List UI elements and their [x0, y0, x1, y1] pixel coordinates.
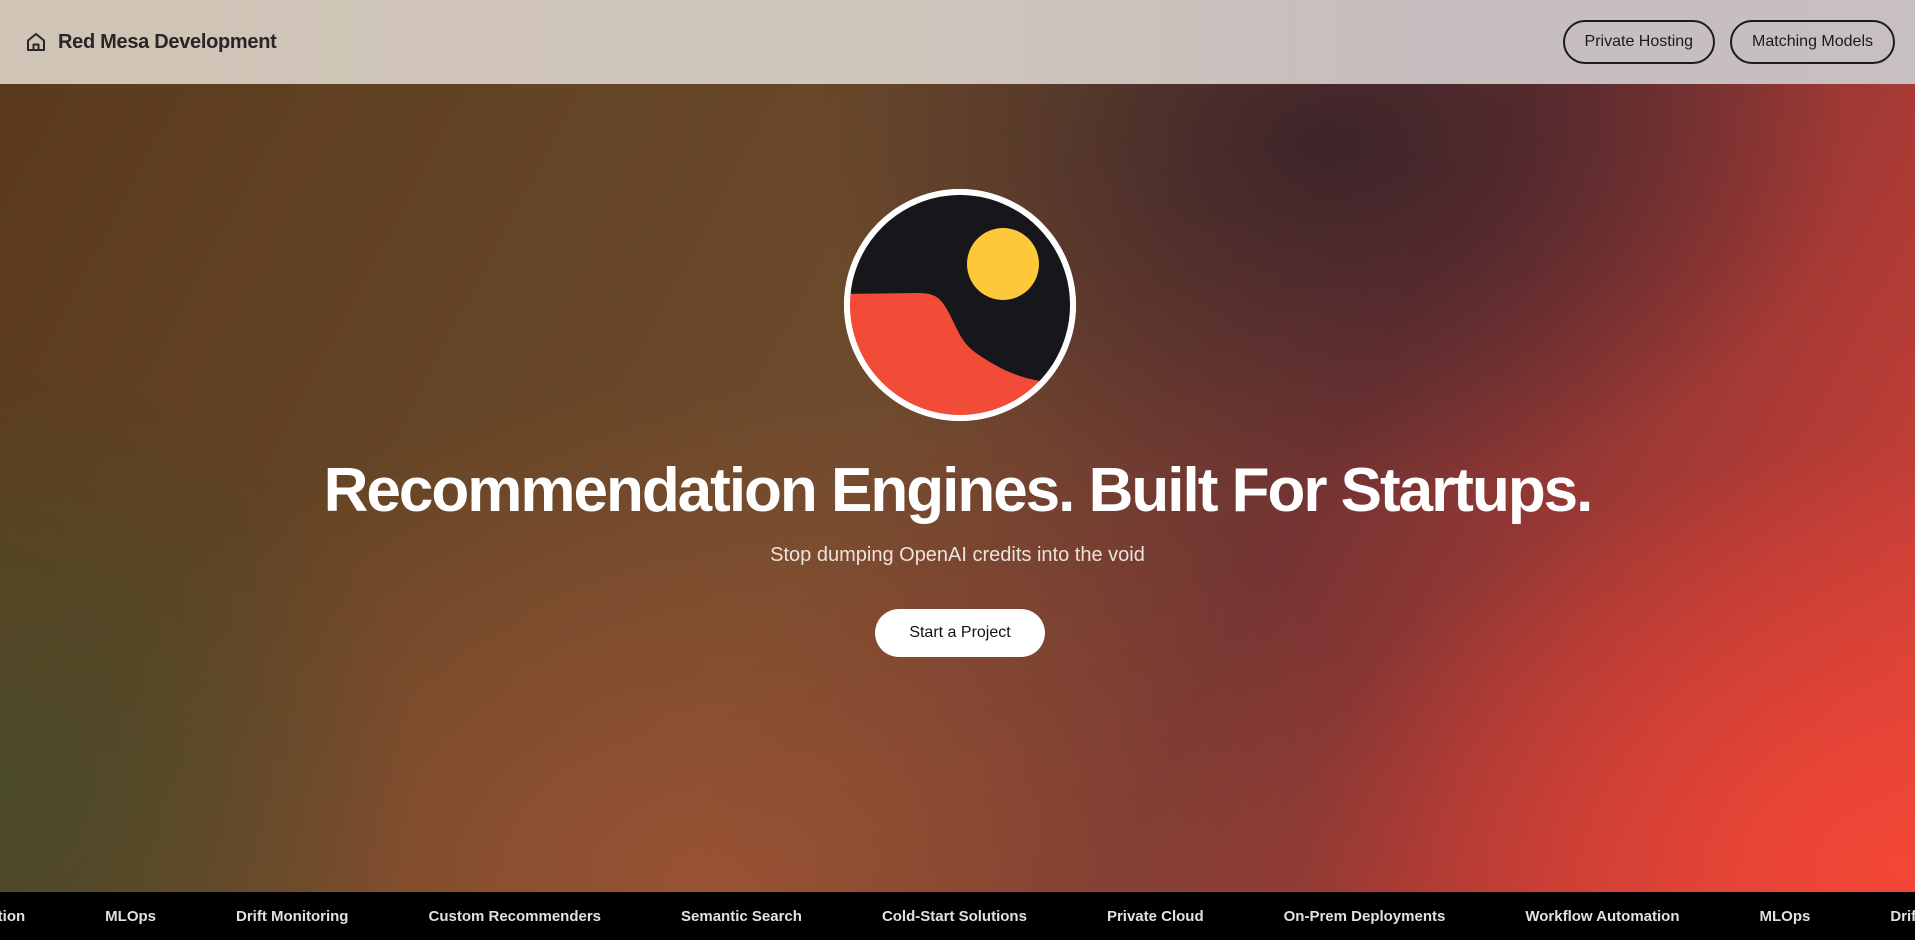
sunset-landscape-logo [844, 189, 1076, 421]
ticker-item: Cold-Start Solutions [881, 907, 1027, 925]
top-navbar: Red Mesa Development Private Hosting Mat… [0, 0, 1915, 84]
brand-link[interactable]: Red Mesa Development [24, 30, 277, 54]
ticker-item: Drift Monitoring [236, 907, 349, 925]
hero-subtitle: Stop dumping OpenAI credits into the voi… [770, 544, 1145, 566]
services-ticker: Workflow Automation MLOps Drift Monitori… [0, 892, 1915, 940]
header-nav: Private Hosting Matching Models [1562, 20, 1895, 64]
brand-name: Red Mesa Development [58, 30, 277, 53]
ticker-item: MLOps [1759, 907, 1811, 925]
ticker-item: Drift Monitoring [1890, 907, 1915, 925]
start-project-button[interactable]: Start a Project [875, 609, 1045, 657]
ticker-item: On-Prem Deployments [1283, 907, 1446, 925]
hero-section: Recommendation Engines. Built For Startu… [0, 84, 1915, 892]
hero-headline: Recommendation Engines. Built For Startu… [323, 456, 1594, 525]
ticker-item: Private Cloud [1106, 907, 1204, 925]
ticker-item: Workflow Automation [1525, 907, 1680, 925]
page: Red Mesa Development Private Hosting Mat… [0, 0, 1915, 940]
ticker-track: Workflow Automation MLOps Drift Monitori… [0, 892, 1915, 940]
ticker-item: MLOps [105, 907, 156, 925]
private-hosting-button[interactable]: Private Hosting [1562, 20, 1716, 64]
ticker-item: Custom Recommenders [428, 907, 602, 925]
home-icon [24, 30, 48, 54]
matching-models-button[interactable]: Matching Models [1730, 20, 1895, 64]
ticker-item: Semantic Search [681, 907, 802, 925]
ticker-item: Workflow Automation [0, 907, 26, 925]
